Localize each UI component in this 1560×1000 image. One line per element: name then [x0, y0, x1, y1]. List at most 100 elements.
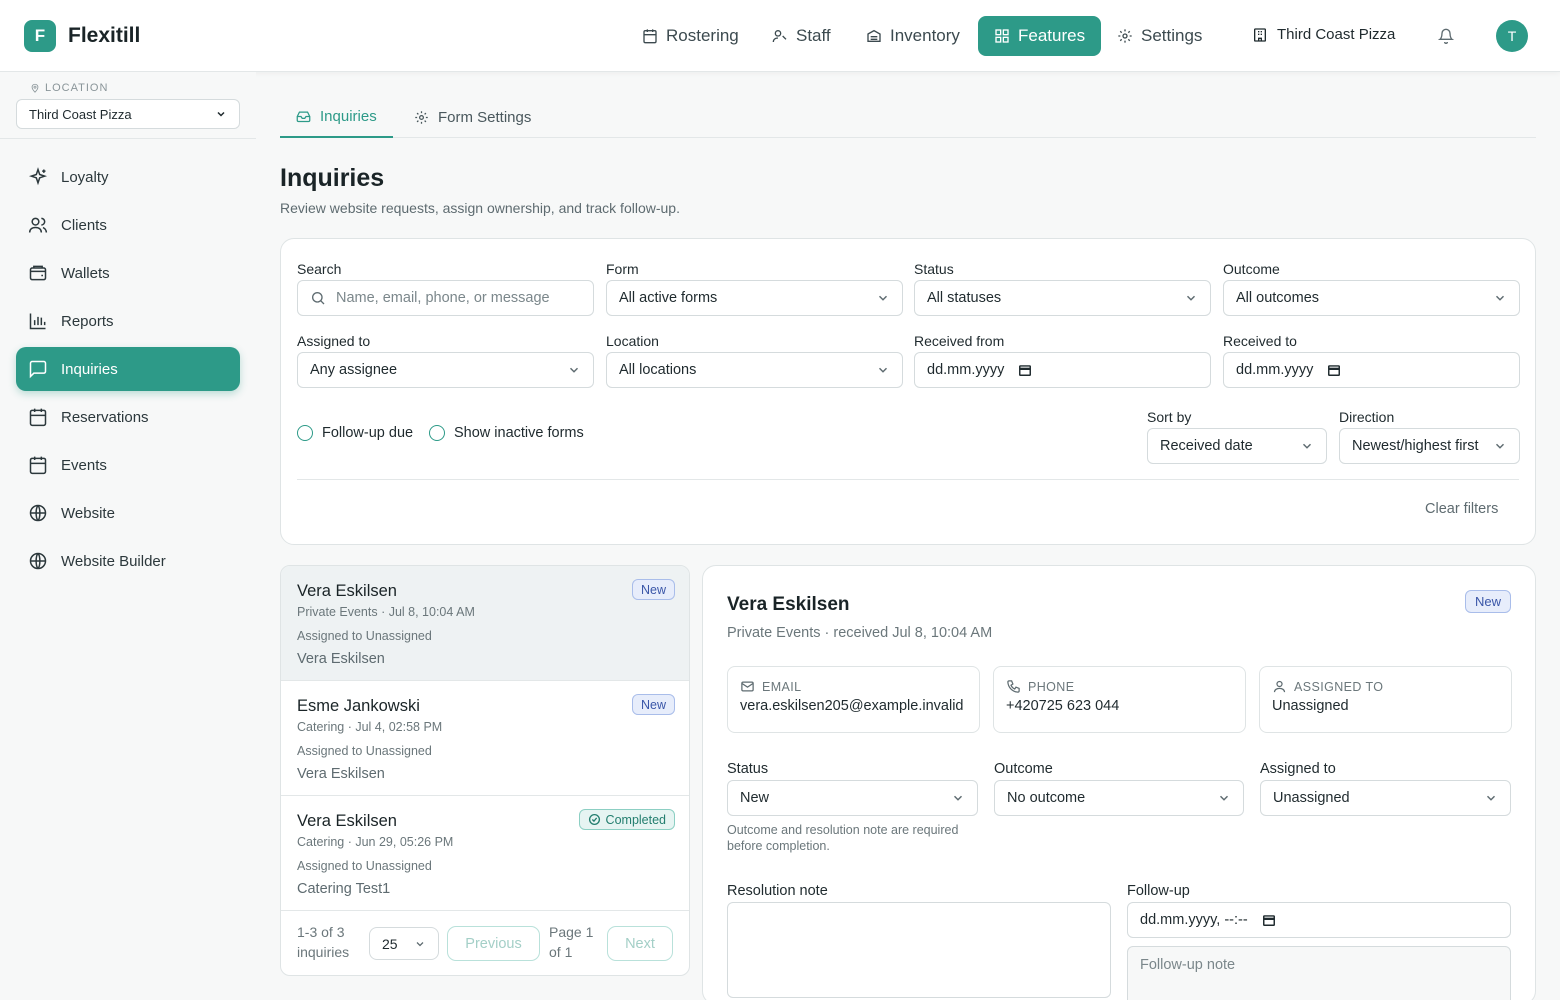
sidebar-item-clients[interactable]: Clients [16, 203, 240, 247]
nav-inventory[interactable]: Inventory [850, 16, 976, 56]
assigned-label: ASSIGNED TO [1272, 679, 1499, 694]
followup-datetime[interactable]: dd.mm.yyyy, --:-- [1127, 902, 1511, 938]
status-select[interactable]: All statuses [914, 280, 1211, 316]
calendar-icon [29, 456, 47, 475]
inquiry-assigned: Assigned to Unassigned [297, 629, 432, 643]
bell-icon[interactable] [1438, 28, 1454, 44]
globe-icon [29, 552, 47, 570]
detail-assign-label: Assigned to [1260, 761, 1336, 777]
inquiry-meta: Catering · Jul 4, 02:58 PM [297, 720, 443, 734]
detail-status-label: Status [727, 761, 769, 777]
sidebar-item-inquiries[interactable]: Inquiries [16, 347, 240, 391]
sidebar-item-loyalty[interactable]: Loyalty [16, 155, 240, 199]
assigned-card: ASSIGNED TO Unassigned [1259, 666, 1512, 733]
nav-rostering[interactable]: Rostering [626, 16, 755, 56]
form-select[interactable]: All active forms [606, 280, 903, 316]
next-button[interactable]: Next [607, 926, 673, 961]
sidebar-divider [0, 138, 256, 139]
status-badge: New [631, 579, 675, 600]
followup-value: dd.mm.yyyy, --:-- [1140, 912, 1248, 928]
list-item[interactable]: Esme Jankowski Catering · Jul 4, 02:58 P… [281, 681, 689, 796]
email-label-text: EMAIL [762, 679, 802, 694]
received-to-date[interactable]: dd.mm.yyyy [1223, 352, 1520, 388]
followup-due-checkbox[interactable]: Follow-up due [297, 425, 413, 441]
sidebar-item-website[interactable]: Website [16, 491, 240, 535]
sidebar-item-wallets[interactable]: Wallets [16, 251, 240, 295]
calendar-icon[interactable] [1018, 363, 1032, 377]
phone-icon [1007, 680, 1020, 693]
mail-icon [741, 681, 754, 692]
form-select-value: All active forms [619, 290, 718, 306]
list-item[interactable]: Vera Eskilsen Private Events · Jul 8, 10… [281, 566, 689, 681]
current-location[interactable]: Third Coast Pizza [1252, 26, 1395, 43]
sidebar-item-website-builder[interactable]: Website Builder [16, 539, 240, 583]
detail-status-select[interactable]: New [727, 780, 978, 816]
sidebar-item-events[interactable]: Events [16, 443, 240, 487]
previous-button[interactable]: Previous [447, 926, 540, 961]
received-from-value: dd.mm.yyyy [927, 362, 1005, 378]
location-filter-label: Location [606, 333, 659, 349]
sidebar-item-label: Reservations [61, 408, 149, 426]
show-inactive-checkbox[interactable]: Show inactive forms [429, 425, 584, 441]
tab-inquiries[interactable]: Inquiries [280, 96, 393, 138]
users-icon [28, 217, 48, 233]
app-logo[interactable]: F [24, 20, 56, 52]
nav-features[interactable]: Features [978, 16, 1102, 56]
archive-icon [867, 29, 881, 42]
status-badge: New [631, 694, 675, 715]
detail-assign-select[interactable]: Unassigned [1260, 780, 1511, 816]
calendar-icon [29, 408, 47, 427]
followup-due-label: Follow-up due [322, 425, 414, 441]
app-name[interactable]: Flexitill [68, 24, 140, 48]
followup-note-input[interactable]: Follow-up note [1127, 946, 1511, 1000]
nav-rostering-label: Rostering [666, 26, 739, 45]
sort-by-select[interactable]: Received date [1147, 428, 1327, 464]
outcome-label: Outcome [1223, 261, 1280, 277]
phone-label: PHONE [1006, 679, 1233, 694]
filter-divider [297, 479, 1519, 480]
email-card: EMAIL vera.eskilsen205@example.invalid [727, 666, 980, 733]
phone-card: PHONE +420725 623 044 [993, 666, 1246, 733]
direction-value: Newest/highest first [1352, 438, 1479, 454]
inquiry-meta: Catering · Jun 29, 05:26 PM [297, 835, 454, 849]
gear-icon [1118, 29, 1132, 43]
received-from-date[interactable]: dd.mm.yyyy [914, 352, 1211, 388]
check-circle-icon [588, 813, 600, 826]
direction-select[interactable]: Newest/highest first [1339, 428, 1520, 464]
search-label: Search [297, 261, 342, 277]
inquiry-name: Esme Jankowski [297, 697, 420, 715]
calendar-icon[interactable] [1262, 913, 1276, 927]
assignee-select[interactable]: Any assignee [297, 352, 594, 388]
pager-count: 1-3 of 3 inquiries [297, 924, 350, 960]
email-value[interactable]: vera.eskilsen205@example.invalid [740, 698, 967, 714]
detail-outcome-select[interactable]: No outcome [994, 780, 1244, 816]
sidebar-item-label: Website [61, 504, 115, 522]
location-filter-select[interactable]: All locations [606, 352, 903, 388]
chevron-down-icon [416, 941, 424, 946]
clear-filters-button[interactable]: Clear filters [1425, 501, 1498, 517]
checkbox[interactable] [297, 425, 313, 441]
inquiry-assigned: Assigned to Unassigned [297, 744, 432, 758]
calendar-icon[interactable] [1327, 363, 1341, 377]
list-item[interactable]: Vera Eskilsen Catering · Jun 29, 05:26 P… [281, 796, 689, 911]
sidebar-item-reports[interactable]: Reports [16, 299, 240, 343]
nav-settings[interactable]: Settings [1101, 16, 1218, 56]
outcome-select[interactable]: All outcomes [1223, 280, 1520, 316]
phone-value[interactable]: +420725 623 044 [1006, 698, 1233, 714]
search-input[interactable]: Name, email, phone, or message [297, 280, 594, 316]
user-avatar[interactable]: T [1496, 20, 1528, 52]
inquiry-preview: Vera Eskilsen [297, 651, 385, 667]
chevron-down-icon [1495, 295, 1505, 301]
page-size-select[interactable]: 25 [369, 927, 439, 960]
checkbox[interactable] [429, 425, 445, 441]
tab-form-settings[interactable]: Form Settings [398, 96, 547, 138]
location-select-value: Third Coast Pizza [29, 106, 132, 122]
tab-inquiries-label: Inquiries [320, 107, 377, 125]
location-select[interactable]: Third Coast Pizza [16, 99, 240, 129]
inbox-icon [296, 111, 311, 122]
sidebar-item-reservations[interactable]: Reservations [16, 395, 240, 439]
sort-by-value: Received date [1160, 438, 1253, 454]
resolution-note-textarea[interactable] [727, 902, 1111, 998]
status-badge-label: Completed [605, 812, 666, 827]
nav-staff[interactable]: Staff [756, 16, 847, 56]
